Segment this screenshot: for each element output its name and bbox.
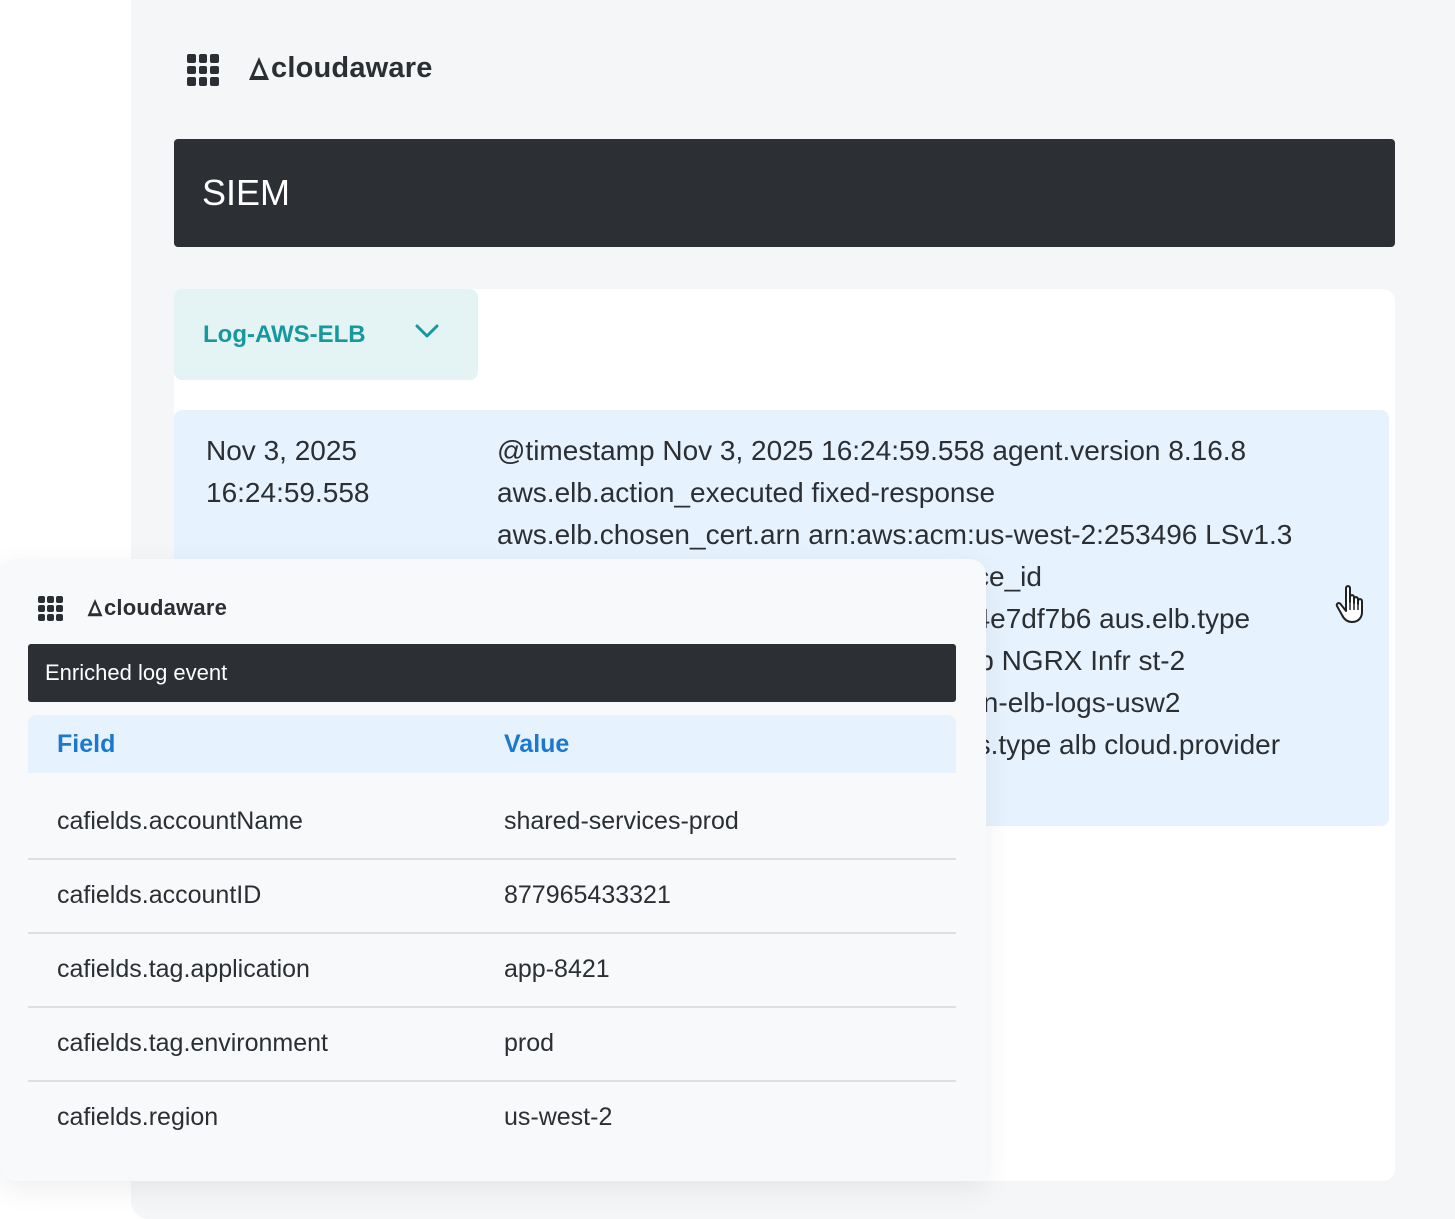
panel-title: Enriched log event [45, 660, 228, 685]
field-name: cafields.region [57, 1103, 219, 1131]
table-row: cafields.region us-west-2 [28, 1080, 956, 1154]
log-time: 16:24:59.558 [206, 477, 370, 508]
app-launcher-icon[interactable] [187, 54, 219, 86]
page-title: SIEM [202, 172, 291, 213]
field-name: cafields.tag.application [57, 955, 310, 983]
hand-pointer-icon [1335, 585, 1363, 623]
chevron-down-icon [415, 324, 439, 338]
table-row: cafields.accountID 877965433321 [28, 858, 956, 934]
dropdown-selected-label: Log-AWS-ELB [203, 320, 366, 348]
field-value: 877965433321 [504, 881, 671, 909]
log-timestamp: Nov 3, 2025 16:24:59.558 [206, 430, 466, 514]
logo-text: cloudaware [271, 52, 433, 84]
table-row: cafields.accountName shared-services-pro… [28, 784, 956, 860]
field-name: cafields.tag.environment [57, 1029, 328, 1057]
page-title-bar: SIEM [174, 139, 1395, 247]
log-line: aws.elb.action_executed fixed-response [497, 477, 996, 508]
log-line: @timestamp Nov 3, 2025 16:24:59.558 agen… [497, 435, 1247, 466]
cloudaware-logo: cloudaware [86, 595, 227, 621]
cloudaware-mark-icon [249, 56, 269, 80]
column-header-value: Value [504, 730, 570, 758]
field-name: cafields.accountName [57, 807, 303, 835]
field-value: prod [504, 1029, 555, 1057]
panel-title-bar: Enriched log event [28, 644, 956, 702]
field-value: app-8421 [504, 955, 610, 983]
table-row: cafields.tag.application app-8421 [28, 932, 956, 1008]
field-name: cafields.accountID [57, 881, 262, 909]
field-value: us-west-2 [504, 1103, 613, 1131]
log-line: aws.elb.chosen_cert.arn arn:aws:acm:us-w… [497, 519, 1293, 550]
cloudaware-logo: cloudaware [247, 52, 433, 85]
cloudaware-mark-icon [87, 599, 103, 617]
log-source-dropdown[interactable]: Log-AWS-ELB [174, 289, 478, 380]
field-value: shared-services-prod [504, 807, 739, 835]
column-header-field: Field [57, 730, 116, 758]
logo-text: cloudaware [104, 595, 228, 620]
table-header: Field Value [28, 715, 956, 773]
table-row: cafields.tag.environment prod [28, 1006, 956, 1082]
app-launcher-icon[interactable] [38, 596, 63, 621]
log-date: Nov 3, 2025 [206, 435, 357, 466]
